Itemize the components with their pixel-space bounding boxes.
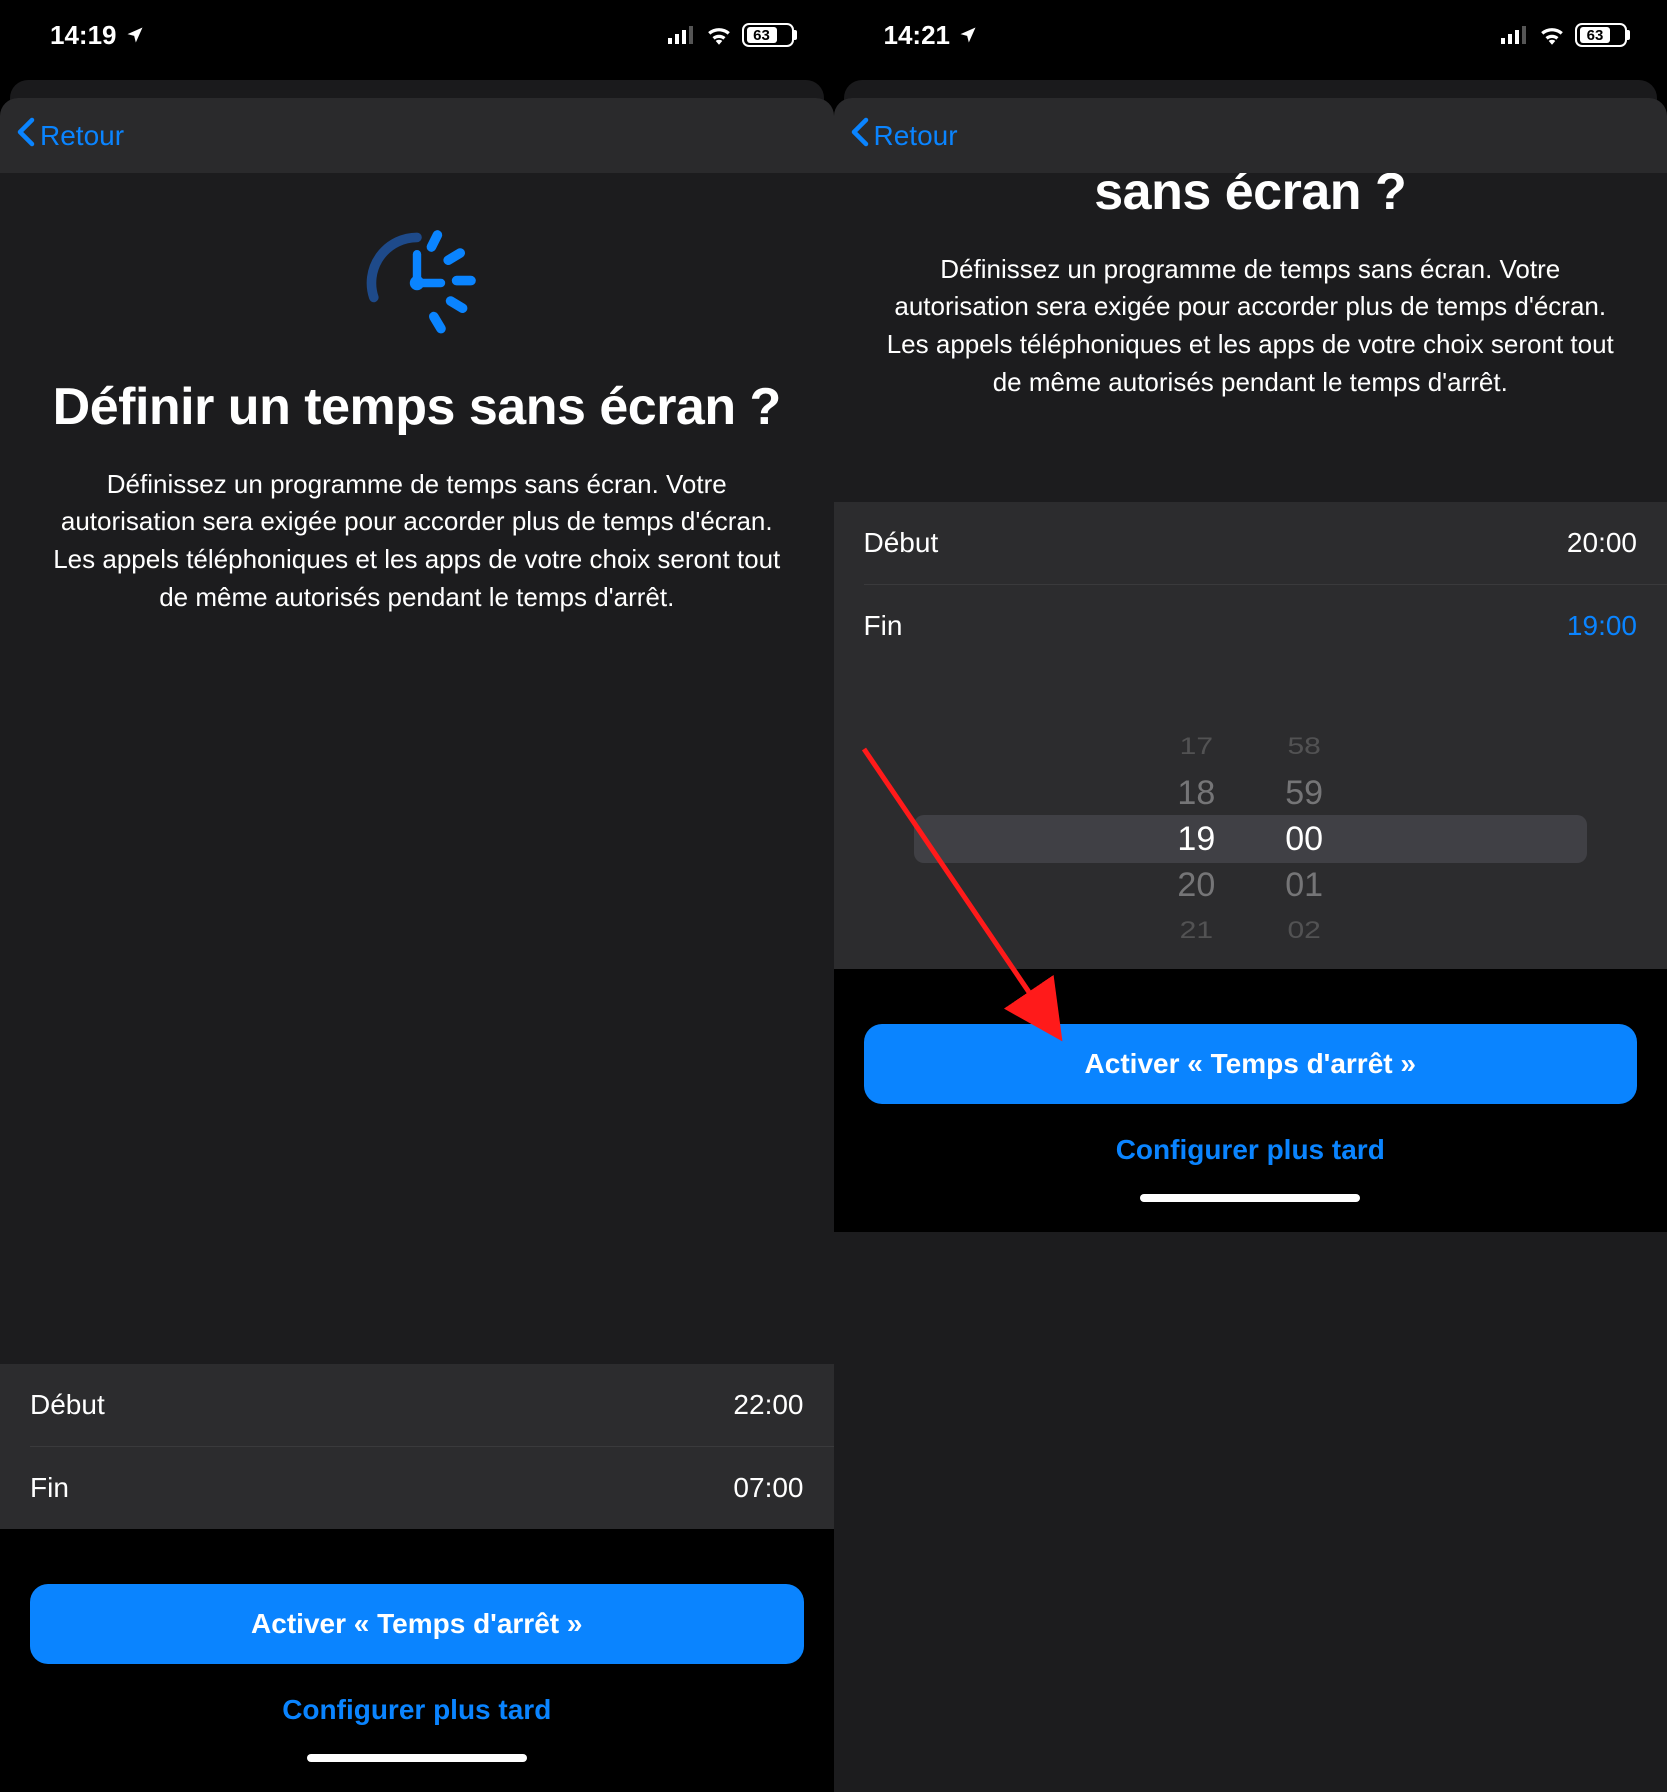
back-label: Retour — [874, 120, 958, 152]
sheet: Retour — [0, 98, 834, 1792]
chevron-left-icon — [850, 117, 870, 154]
back-label: Retour — [40, 120, 124, 152]
row-label: Début — [864, 527, 939, 559]
row-value: 07:00 — [733, 1472, 803, 1504]
row-label: Fin — [864, 610, 903, 642]
status-time: 14:21 — [884, 20, 951, 51]
schedule-list: Début 22:00 Fin 07:00 — [0, 1364, 834, 1529]
picker-item: 21 — [1180, 915, 1213, 947]
row-value: 22:00 — [733, 1389, 803, 1421]
nav-bar: Retour — [834, 98, 1667, 173]
cellular-icon — [668, 26, 696, 44]
configure-later-button[interactable]: Configurer plus tard — [864, 1104, 1638, 1176]
status-time: 14:19 — [50, 20, 117, 51]
picker-item: 18 — [1177, 773, 1215, 813]
battery-icon: 63 — [1575, 23, 1627, 47]
battery-icon: 63 — [742, 23, 794, 47]
bottom-area: Activer « Temps d'arrêt » Configurer plu… — [834, 969, 1667, 1232]
location-icon — [125, 25, 145, 45]
row-end[interactable]: Fin 19:00 — [834, 585, 1667, 667]
picker-item: 59 — [1285, 773, 1323, 813]
picker-item: 16 — [1182, 709, 1211, 712]
downtime-clock-icon — [30, 223, 804, 343]
cellular-icon — [1501, 26, 1529, 44]
battery-level: 63 — [747, 27, 777, 43]
picker-item: 57 — [1290, 709, 1319, 712]
bottom-area: Activer « Temps d'arrêt » Configurer plu… — [0, 1529, 834, 1792]
activate-button[interactable]: Activer « Temps d'arrêt » — [30, 1584, 804, 1664]
location-icon — [958, 25, 978, 45]
status-bar: 14:19 63 — [0, 0, 834, 70]
row-start[interactable]: Début 22:00 — [0, 1364, 834, 1446]
row-label: Début — [30, 1389, 105, 1421]
wifi-icon — [1539, 25, 1565, 45]
picker-item: 02 — [1287, 915, 1320, 947]
schedule-list: Début 20:00 Fin 19:00 — [834, 502, 1667, 667]
picker-item: 20 — [1177, 865, 1215, 905]
page-description: Définissez un programme de temps sans éc… — [864, 251, 1638, 402]
page-description: Définissez un programme de temps sans éc… — [30, 466, 804, 617]
page-title: Définir un temps sans écran ? — [30, 378, 804, 438]
row-start[interactable]: Début 20:00 — [834, 502, 1667, 584]
home-indicator[interactable] — [1140, 1194, 1360, 1202]
battery-level: 63 — [1580, 27, 1610, 43]
phone-right: 14:21 63 — [834, 0, 1667, 1792]
home-indicator[interactable] — [307, 1754, 527, 1762]
row-value: 19:00 — [1567, 610, 1637, 642]
activate-button[interactable]: Activer « Temps d'arrêt » — [864, 1024, 1638, 1104]
page-title-partial: sans écran ? — [864, 173, 1638, 223]
row-value: 20:00 — [1567, 527, 1637, 559]
back-button[interactable]: Retour — [16, 117, 124, 154]
chevron-left-icon — [16, 117, 36, 154]
picker-item-selected: 19 — [1177, 819, 1215, 859]
wifi-icon — [706, 25, 732, 45]
picker-minutes[interactable]: 57 58 59 00 01 02 03 — [1285, 709, 1323, 969]
picker-item: 58 — [1287, 731, 1320, 763]
nav-bar: Retour — [0, 98, 834, 173]
picker-hours[interactable]: 16 17 18 19 20 21 22 — [1177, 709, 1215, 969]
back-button[interactable]: Retour — [850, 117, 958, 154]
sheet: Retour sans écran ? Définissez un progra… — [834, 98, 1667, 1792]
configure-later-button[interactable]: Configurer plus tard — [30, 1664, 804, 1736]
picker-item: 01 — [1285, 865, 1323, 905]
row-label: Fin — [30, 1472, 69, 1504]
picker-item-selected: 00 — [1285, 819, 1323, 859]
picker-item: 17 — [1180, 731, 1213, 763]
time-picker[interactable]: 16 17 18 19 20 21 22 57 58 — [834, 689, 1667, 969]
row-end[interactable]: Fin 07:00 — [0, 1447, 834, 1529]
status-bar: 14:21 63 — [834, 0, 1667, 70]
phone-left: 14:19 63 — [0, 0, 834, 1792]
